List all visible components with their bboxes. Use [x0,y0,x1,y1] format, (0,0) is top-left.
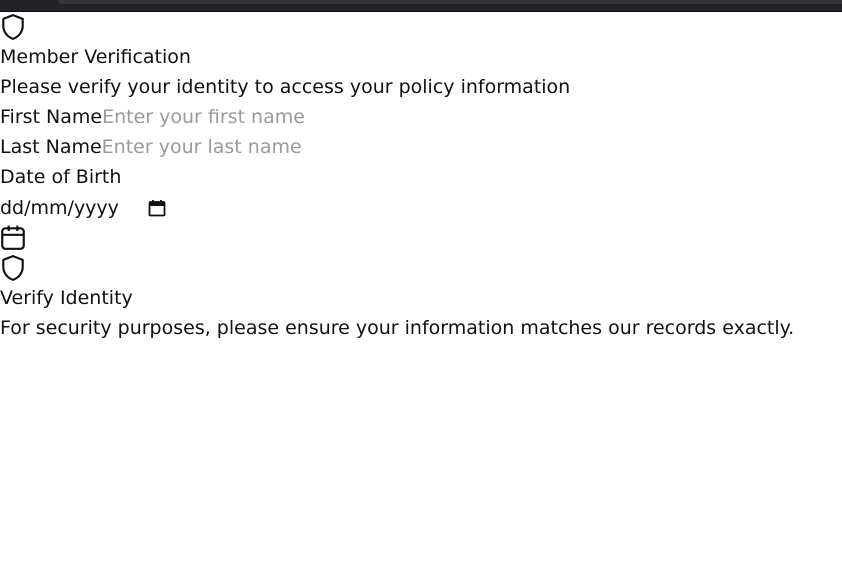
first-name-input[interactable] [102,102,323,132]
verify-identity-button[interactable]: Verify Identity [0,283,842,313]
dob-label: Date of Birth [0,166,122,188]
page-title: Member Verification [0,46,191,68]
top-bar-highlight [58,0,842,4]
dob-field-text[interactable]: dd/mm/yyyy [0,193,147,223]
shield-icon [0,12,28,42]
first-name-row: First Name [0,102,842,132]
last-name-input[interactable] [101,132,322,162]
shield-icon [0,253,28,283]
browser-top-bar [0,0,842,12]
calendar-picker-icon[interactable] [147,198,167,218]
dob-input[interactable]: dd/mm/yyyy [0,193,842,223]
security-notice: For security purposes, please ensure you… [0,317,795,339]
verification-page: Member Verification Please verify your i… [0,12,842,343]
calendar-icon [0,223,28,253]
last-name-row: Last Name [0,132,842,162]
last-name-label: Last Name [0,136,102,158]
page-subtitle: Please verify your identity to access yo… [0,76,571,98]
first-name-label: First Name [0,106,103,128]
